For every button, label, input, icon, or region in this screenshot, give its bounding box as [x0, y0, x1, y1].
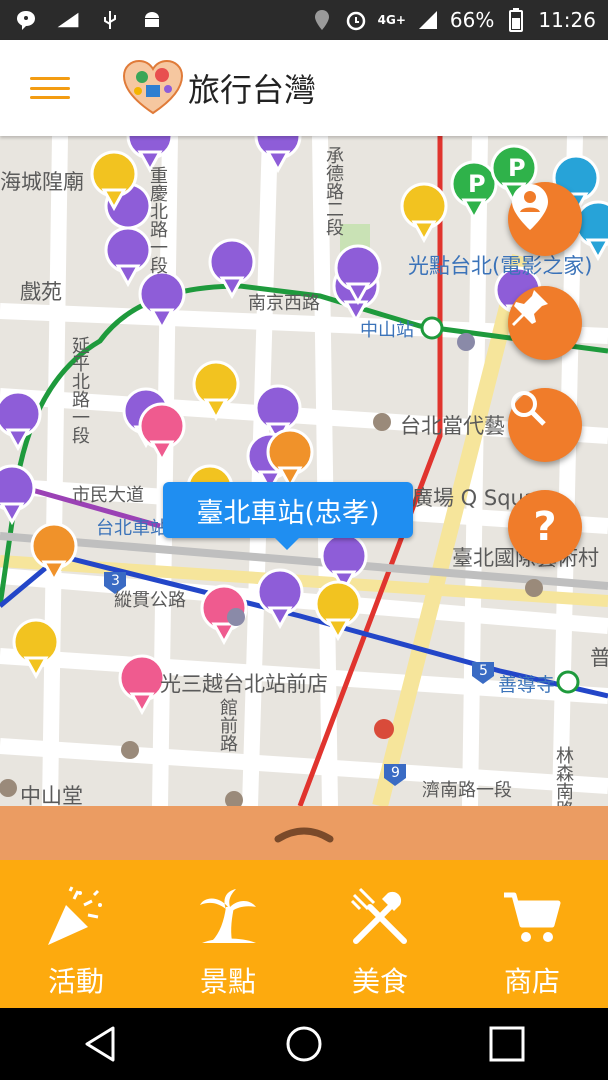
user-location-button[interactable]	[508, 182, 582, 256]
map-label: 中山站	[360, 320, 414, 341]
message-icon	[14, 8, 38, 32]
android-icon	[140, 8, 164, 32]
map-label: 南京西路	[248, 293, 320, 314]
svg-text:P: P	[508, 154, 526, 182]
search-button[interactable]	[508, 388, 582, 462]
nav-item-activities[interactable]: 活動	[0, 860, 152, 1008]
shopping-cart-icon	[497, 882, 567, 952]
alarm-icon	[344, 8, 368, 32]
signal-chart-icon	[56, 8, 80, 32]
map-label: 海城隍廟	[0, 170, 84, 194]
map-label: 台北當代藝	[400, 414, 505, 438]
app-title: 旅行台灣	[188, 71, 317, 109]
hamburger-menu-icon[interactable]	[30, 73, 70, 103]
nav-item-attractions[interactable]: 景點	[152, 860, 304, 1008]
route-number: 5	[479, 663, 488, 679]
home-icon[interactable]	[284, 1024, 324, 1064]
user-location-icon	[512, 184, 548, 230]
nav-item-food[interactable]: 美食	[304, 860, 456, 1008]
route-number: 9	[391, 765, 400, 781]
usb-icon	[98, 8, 122, 32]
help-button[interactable]: ?	[508, 490, 582, 564]
map-label: 光三越台北站前店	[160, 672, 328, 696]
battery-percent: 66%	[449, 8, 495, 32]
back-icon[interactable]	[81, 1024, 121, 1064]
party-popper-icon	[41, 882, 111, 952]
nav-label: 景點	[199, 965, 256, 998]
chevron-up-icon	[274, 827, 334, 843]
map-label: 善導寺	[498, 674, 556, 696]
clock: 11:26	[538, 8, 596, 32]
map-view[interactable]: P P 3 5 9 海城隍廟 戲苑 重慶北路一段 承德路二段 南京西路 中山站 …	[0, 136, 608, 806]
map-label: 縱貫公路	[114, 590, 186, 611]
pin-icon	[512, 290, 548, 326]
map-label: 重慶北路一段	[147, 166, 168, 274]
map-label: 濟南路一段	[422, 780, 512, 801]
map-label: 戲苑	[20, 280, 62, 304]
svg-text:P: P	[468, 170, 486, 198]
nav-label: 活動	[47, 965, 104, 998]
status-left	[0, 8, 164, 32]
location-icon	[310, 8, 334, 32]
nav-label: 商店	[503, 965, 560, 998]
nav-label: 美食	[351, 965, 408, 998]
drawer-handle[interactable]	[0, 806, 608, 860]
map-label: 市民大道	[72, 485, 144, 506]
map-label: 台北車站	[96, 518, 168, 539]
app-logo	[122, 59, 184, 117]
system-navigation-bar	[0, 1008, 608, 1080]
app-bar: 旅行台灣	[0, 40, 608, 136]
help-icon: ?	[533, 504, 557, 550]
search-icon	[511, 391, 546, 426]
cell-signal-icon	[416, 8, 440, 32]
palm-tree-icon	[193, 882, 263, 952]
fork-knife-icon	[345, 882, 415, 952]
status-right: 4G+ 66% 11:26	[310, 8, 608, 32]
map-label: 普	[590, 646, 608, 670]
map-label: 延平北路一段	[69, 336, 90, 444]
recent-apps-icon[interactable]	[487, 1024, 527, 1064]
lte-icon: 4G+	[377, 13, 406, 27]
map-label: 林森南路	[553, 746, 574, 806]
map-label: 館前路	[217, 698, 238, 752]
map-label: 承德路二段	[323, 146, 344, 236]
pin-button[interactable]	[508, 286, 582, 360]
battery-icon	[504, 8, 528, 32]
status-bar: 4G+ 66% 11:26	[0, 0, 608, 40]
station-callout[interactable]: 臺北車站(忠孝)	[163, 482, 413, 550]
map-label: 中山堂	[20, 784, 83, 806]
nav-item-shops[interactable]: 商店	[456, 860, 608, 1008]
bottom-nav: 活動 景點 美食 商店	[0, 860, 608, 1008]
map-label: 光點台北(電影之家)	[408, 254, 593, 278]
